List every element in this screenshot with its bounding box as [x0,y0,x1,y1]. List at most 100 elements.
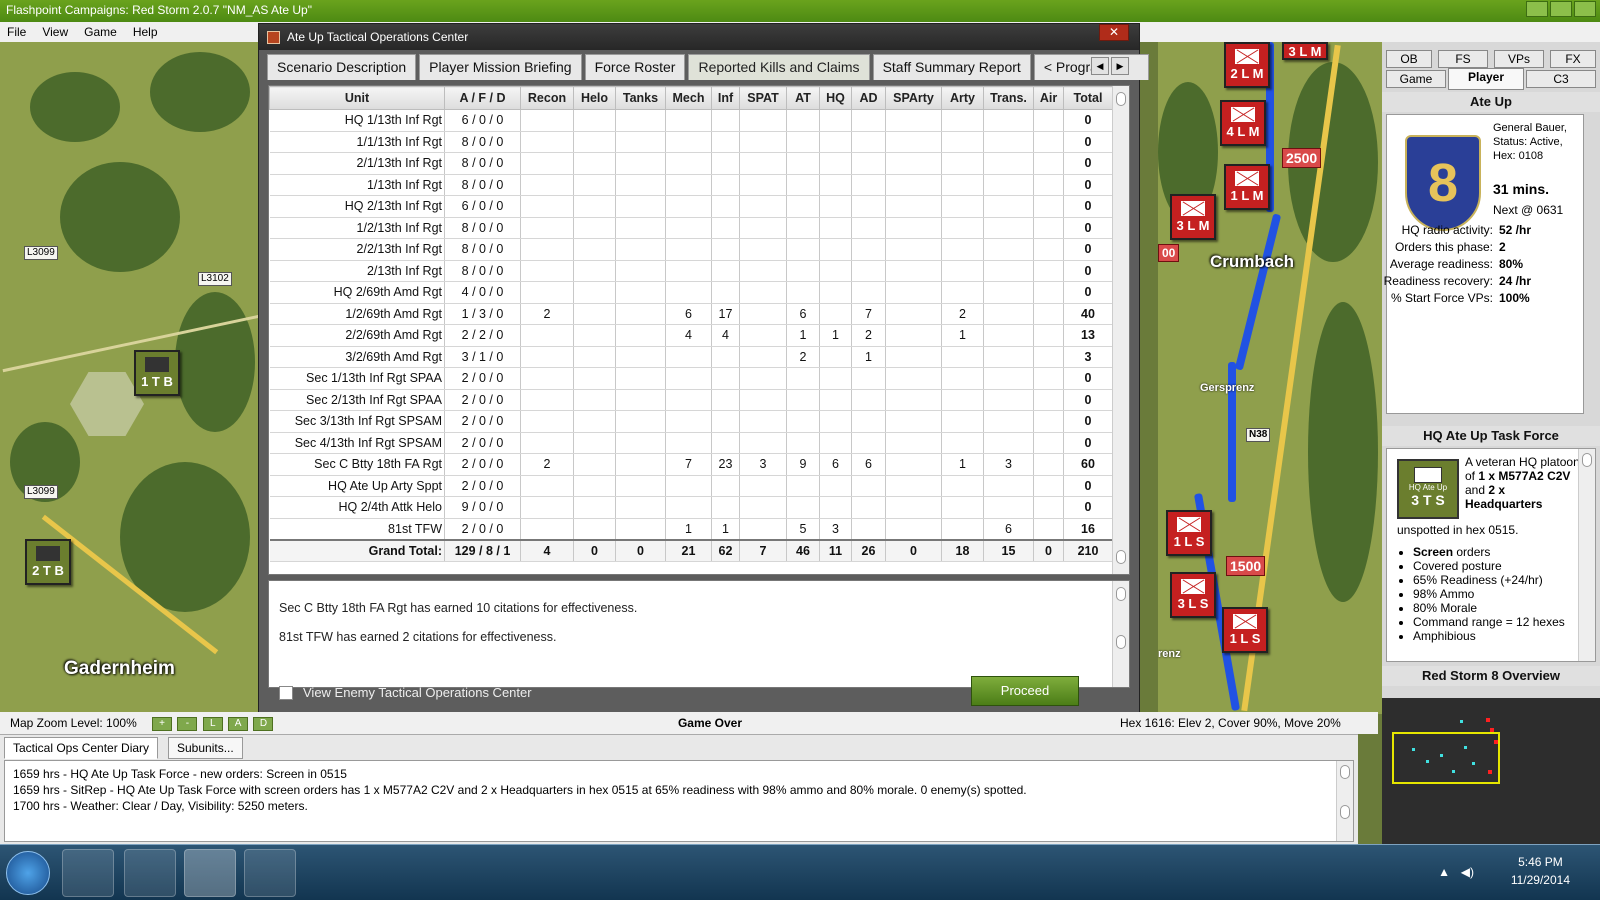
tactical-map-left[interactable]: L3099 L3102 L3099 1 T B 2 T B Gadernheim [0,42,262,714]
table-row[interactable]: Sec C Btty 18th FA Rgt 2 / 0 / 0 2 7 23 3 9 6 6 1… [269,453,1113,476]
tab-player-mission-briefing[interactable]: Player Mission Briefing [419,54,582,80]
minimize-icon[interactable] [1526,1,1548,17]
table-row[interactable]: 2/13th Inf Rgt 8 / 0 / 0 0 [269,260,1113,282]
tab-force-roster[interactable]: Force Roster [584,54,686,80]
zoom-d-button[interactable]: D [253,716,274,731]
minimap-viewport[interactable] [1392,732,1500,784]
view-enemy-checkbox[interactable] [279,686,293,700]
tab-ops-diary[interactable]: Tactical Ops Center Diary [4,737,159,759]
enemy-unit-counter[interactable]: 1 L S [1166,510,1212,556]
table-row[interactable]: HQ Ate Up Arty Sppt 2 / 0 / 0 0 [269,475,1113,497]
proceed-button[interactable]: Proceed [971,676,1079,706]
table-row[interactable]: HQ 1/13th Inf Rgt 6 / 0 / 0 0 [269,109,1113,132]
hq-unit-counter[interactable]: HQ Ate Up 3 T S [1397,459,1459,519]
citations-scrollbar[interactable] [1112,581,1129,687]
chrome-icon[interactable] [244,849,296,897]
selected-hex[interactable] [70,372,144,436]
column-header[interactable]: SPAT [739,86,787,110]
table-row[interactable]: Sec 1/13th Inf Rgt SPAA 2 / 0 / 0 0 [269,367,1113,390]
table-row[interactable]: Sec 4/13th Inf Rgt SPSAM 2 / 0 / 0 0 [269,432,1113,454]
tab-reported-kills[interactable]: Reported Kills and Claims [688,54,870,80]
scroll-up-icon[interactable] [1116,587,1126,601]
tab-subunits[interactable]: Subunits... [168,737,243,759]
table-row[interactable]: 1/2/13th Inf Rgt 8 / 0 / 0 0 [269,217,1113,239]
column-header[interactable]: Arty [941,86,984,110]
table-row[interactable]: 2/1/13th Inf Rgt 8 / 0 / 0 0 [269,152,1113,175]
scroll-up-icon[interactable] [1340,765,1350,779]
zoom-l-button[interactable]: L [202,716,223,731]
close-icon[interactable]: ✕ [1099,24,1129,41]
column-header[interactable]: Mech [665,86,712,110]
table-row[interactable]: 1/1/13th Inf Rgt 8 / 0 / 0 0 [269,131,1113,153]
enemy-unit-counter[interactable]: 3 L M [1170,194,1216,240]
column-header[interactable]: Tanks [615,86,666,110]
tab-player[interactable]: Player [1448,68,1524,90]
enemy-unit-counter[interactable]: 2 L M [1224,42,1270,88]
unit-counter[interactable]: 2 T B [25,539,71,585]
scroll-thumb[interactable] [1340,805,1350,819]
column-header[interactable]: Air [1033,86,1064,110]
tab-c3[interactable]: C3 [1526,70,1596,88]
scroll-up-icon[interactable] [1116,92,1126,106]
scroll-thumb[interactable] [1116,550,1126,564]
overview-minimap[interactable] [1382,698,1600,844]
table-row[interactable]: 1/13th Inf Rgt 8 / 0 / 0 0 [269,174,1113,196]
zoom-out-button[interactable]: - [177,716,198,731]
maximize-icon[interactable] [1550,1,1572,17]
menu-file[interactable]: File [7,22,26,42]
enemy-unit-counter[interactable]: 1 L S [1222,607,1268,653]
tab-vps[interactable]: VPs [1494,50,1544,68]
table-row[interactable]: 1/2/69th Amd Rgt 1 / 3 / 0 2 6 17 6 7 2 40 [269,303,1113,325]
column-header[interactable]: A / F / D [444,86,521,110]
volume-icon[interactable]: ◀) [1461,865,1474,879]
tab-fx[interactable]: FX [1550,50,1596,68]
scroll-right-icon[interactable]: ▶ [1111,57,1129,75]
column-header[interactable]: Unit [269,86,445,110]
column-header[interactable]: Helo [573,86,616,110]
enemy-unit-counter[interactable]: 4 L M [1220,100,1266,146]
table-row[interactable]: 2/2/13th Inf Rgt 8 / 0 / 0 0 [269,238,1113,261]
menu-game[interactable]: Game [84,22,117,42]
tab-fs[interactable]: FS [1438,50,1488,68]
tab-game[interactable]: Game [1386,70,1446,88]
tab-scenario-description[interactable]: Scenario Description [267,54,417,80]
unit-counter[interactable]: 1 T B [134,350,180,396]
column-header[interactable]: HQ [819,86,852,110]
media-player-icon[interactable] [62,849,114,897]
enemy-unit-counter[interactable]: 1 L M [1224,164,1270,210]
scroll-thumb[interactable] [1116,635,1126,649]
scroll-left-icon[interactable]: ◀ [1091,57,1109,75]
taskbar-clock[interactable]: 5:46 PM 11/29/2014 [1511,853,1570,889]
enemy-unit-counter[interactable]: 3 L M [1282,42,1328,60]
column-header[interactable]: Trans. [983,86,1034,110]
tab-staff-summary[interactable]: Staff Summary Report [872,54,1031,80]
table-scrollbar[interactable] [1112,86,1129,574]
table-row[interactable]: Sec 2/13th Inf Rgt SPAA 2 / 0 / 0 0 [269,389,1113,411]
tactical-map-right[interactable]: 2 L M 3 L M 4 L M 1 L M 3 L M 1 L S 3 L … [1158,42,1382,714]
diary-scrollbar[interactable] [1336,761,1353,841]
menu-help[interactable]: Help [133,22,158,42]
table-row[interactable]: Sec 3/13th Inf Rgt SPSAM 2 / 0 / 0 0 [269,410,1113,433]
scroll-up-icon[interactable] [1582,453,1592,467]
table-row[interactable]: 3/2/69th Amd Rgt 3 / 1 / 0 2 1 3 [269,346,1113,368]
menu-view[interactable]: View [42,22,68,42]
column-header[interactable]: SPArty [885,86,942,110]
tray-arrow-icon[interactable]: ▲ [1438,865,1450,879]
table-row[interactable]: 81st TFW 2 / 0 / 0 1 1 5 3 6 16 [269,518,1113,540]
vp-marker[interactable]: 00 [1158,244,1180,262]
table-row[interactable]: HQ 2/13th Inf Rgt 6 / 0 / 0 0 [269,195,1113,218]
start-button-icon[interactable] [6,851,50,895]
table-row[interactable]: HQ 2/4th Attk Helo 9 / 0 / 0 0 [269,496,1113,519]
column-header[interactable]: Inf [711,86,740,110]
zoom-a-button[interactable]: A [228,716,249,731]
close-window-icon[interactable] [1574,1,1596,17]
column-header[interactable]: AT [786,86,820,110]
hq-scrollbar[interactable] [1578,449,1595,661]
enemy-unit-counter[interactable]: 3 L S [1170,572,1216,618]
zoom-in-button[interactable]: + [152,716,173,731]
table-row[interactable]: 2/2/69th Amd Rgt 2 / 2 / 0 4 4 1 1 2 1 13 [269,324,1113,347]
column-header[interactable]: AD [851,86,886,110]
game-app-icon[interactable] [184,849,236,897]
column-header[interactable]: Recon [520,86,574,110]
vp-marker[interactable]: 1500 [1226,556,1266,576]
